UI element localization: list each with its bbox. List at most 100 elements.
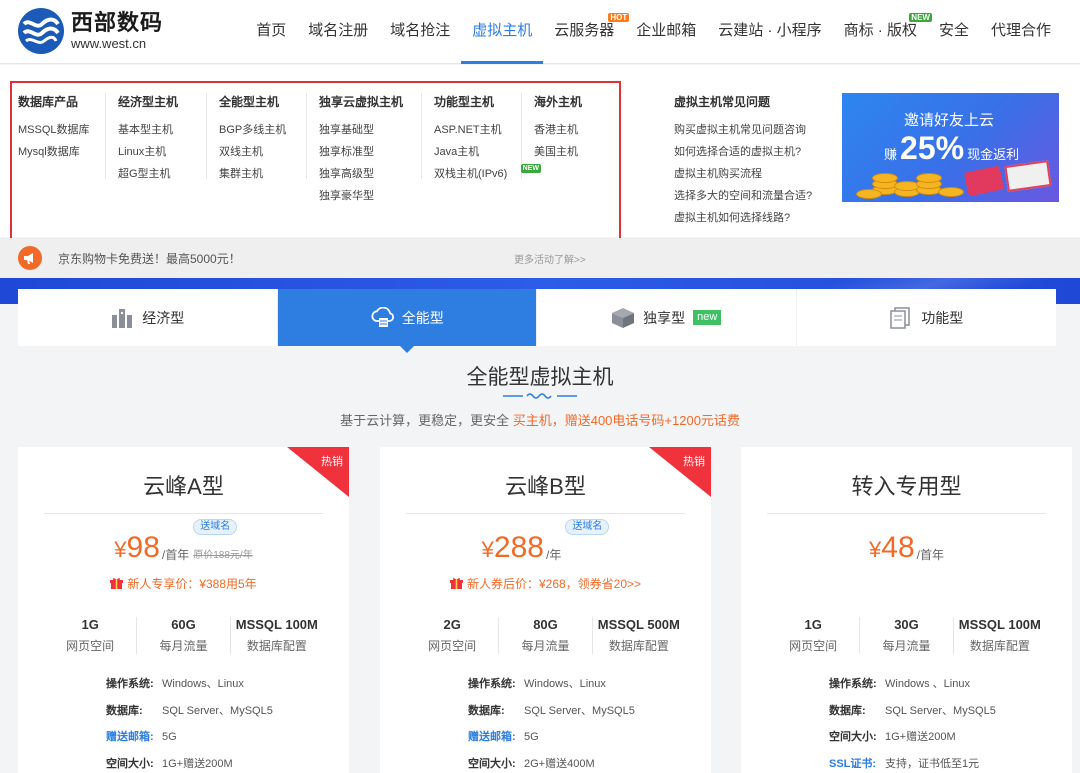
nav-label: 云建站 · 小程序	[718, 22, 822, 39]
price-row: ¥48/首年	[741, 531, 1072, 567]
invite-banner[interactable]: 邀请好友上云 赚 25% 现金返利	[842, 93, 1059, 202]
dropdown-link[interactable]: 独享高级型	[319, 168, 421, 190]
detail-key[interactable]: SSL证书:	[829, 755, 885, 771]
detail-value: Windows、Linux	[524, 678, 606, 690]
nav-item-7[interactable]: 商标 · 版权 NEW	[833, 0, 932, 64]
price-number: 288	[493, 531, 544, 564]
promo-strip: 京东购物卡免费送！最高5000元！ 更多活动了解>>	[0, 238, 1080, 278]
dropdown-column-title: 全能型主机	[219, 95, 280, 109]
faq-link[interactable]: 购买虚拟主机常见问题咨询	[674, 124, 812, 146]
detail-list: 操作系统: Windows、Linux 数据库: SQL Server、MySQL5 赠…	[106, 675, 273, 773]
faq-column: 虚拟主机常见问题 购买虚拟主机常见问题咨询 如何选择合适的虚拟主机? 虚拟主机购买流…	[674, 93, 812, 234]
nav-item-3[interactable]: 虚拟主机	[461, 0, 544, 64]
product-card[interactable]: 转入专用型 ¥48/首年 1G 网页空间 30G 每月流量 MSSQL 100M 数据库配置操…	[741, 447, 1072, 773]
dropdown-link[interactable]: 美国主机	[534, 146, 591, 168]
tab-1[interactable]: 全能型	[277, 289, 537, 353]
nav-label: 云服务器	[554, 22, 615, 39]
original-price: 原价188元/年	[193, 550, 253, 561]
dropdown-link[interactable]: 双线主机	[219, 146, 306, 168]
detail-value: SQL Server、MySQL5	[524, 704, 635, 717]
nav-label: 商标 · 版权	[843, 22, 917, 39]
detail-row: 数据库: SQL Server、MySQL5	[106, 702, 273, 729]
tab-label: 经济型	[142, 309, 185, 326]
dropdown-link[interactable]: 超G型主机	[118, 168, 206, 190]
banner-pre: 赚	[884, 147, 898, 162]
detail-value: 5G	[524, 731, 539, 743]
detail-row: 操作系统: Windows、Linux	[106, 675, 273, 702]
faq-link[interactable]: 如何选择合适的虚拟主机?	[674, 146, 812, 168]
dropdown-link[interactable]: 独享基础型	[319, 124, 421, 146]
nav-item-0[interactable]: 首页	[245, 0, 297, 64]
nav-item-1[interactable]: 域名注册	[297, 0, 379, 64]
nav-label: 代理合作	[990, 22, 1051, 39]
nav-item-8[interactable]: 安全	[928, 0, 980, 64]
detail-key: 空间大小:	[829, 731, 877, 743]
dropdown-link[interactable]: Java主机	[434, 146, 521, 168]
detail-row: 空间大小: 2G+赠送400M	[468, 755, 635, 773]
hot-ribbon-text: 热销	[683, 456, 705, 468]
dropdown-link[interactable]: 独享标准型	[319, 146, 421, 168]
dropdown-link[interactable]: MSSQL数据库	[18, 124, 105, 146]
promo-text[interactable]: 京东购物卡免费送！最高5000元！	[58, 250, 241, 267]
nav-item-2[interactable]: 域名抢注	[379, 0, 461, 64]
dropdown-link[interactable]: BGP多线主机	[219, 124, 306, 146]
detail-row: 操作系统: Windows、Linux	[468, 675, 635, 702]
nav-label: 域名抢注	[390, 22, 451, 39]
product-card[interactable]: 热销 云峰A型 ¥98/首年 送域名 原价188元/年 新人专享价：¥388用5年 1G 网页…	[18, 447, 349, 773]
spec-label: 每月流量	[882, 639, 931, 653]
dropdown-link[interactable]: 集群主机	[219, 168, 306, 190]
spec-row: 2G 网页空间 80G 每月流量 MSSQL 500M 数据库配置	[406, 617, 685, 654]
tab-0[interactable]: 经济型	[18, 289, 278, 346]
dropdown-link[interactable]: Linux主机	[118, 146, 206, 168]
detail-row: 空间大小: 1G+赠送200M	[106, 755, 273, 773]
dropdown-link[interactable]: Mysql数据库	[18, 146, 105, 168]
detail-row: SSL证书: 支持，证书低至1元	[829, 755, 996, 773]
spec-value: 80G	[533, 617, 558, 632]
dropdown-column-title: 独享云虚拟主机	[319, 95, 404, 109]
tab-3[interactable]: 功能型	[797, 289, 1057, 346]
faq-link[interactable]: 虚拟主机购买流程	[674, 168, 812, 190]
detail-key[interactable]: 赠送邮箱:	[468, 728, 524, 744]
tab-2[interactable]: 独享型 new	[537, 289, 797, 346]
hosting-dropdown-panel: 数据库产品 MSSQL数据库 Mysql数据库 经济型主机 基本型主机 Linux主机 超G…	[0, 65, 1080, 274]
new-user-offer[interactable]: 新人专享价：¥388用5年	[18, 575, 349, 592]
detail-key: 数据库:	[468, 704, 505, 717]
dropdown-link[interactable]: 双栈主机(IPv6) NEW	[434, 164, 541, 190]
card-title: 转入专用型	[851, 474, 962, 499]
detail-row: 赠送邮箱: 5G	[106, 728, 273, 755]
spec-row: 1G 网页空间 60G 每月流量 MSSQL 100M 数据库配置	[44, 617, 323, 654]
dropdown-link[interactable]: 基本型主机	[118, 124, 206, 146]
section-highlight[interactable]: 买主机，赠送400电话号码+1200元话费	[513, 413, 740, 428]
server-rack-icon	[110, 307, 134, 329]
offer-text: 新人券后价：¥268，领券省20>>	[466, 577, 642, 591]
faq-link[interactable]: 选择多大的空间和流量合适?	[674, 190, 812, 212]
detail-key: 操作系统:	[829, 678, 877, 690]
dropdown-link-label: 独享基础型	[319, 124, 374, 136]
dropdown-column: 数据库产品 MSSQL数据库 Mysql数据库	[18, 93, 106, 179]
price-number: 98	[126, 531, 160, 564]
new-user-offer[interactable]: 新人券后价：¥268，领券省20>>	[380, 575, 711, 592]
banner-subtitle: 赚 25% 现金返利	[884, 131, 1019, 165]
nav-label: 企业邮箱	[636, 22, 697, 39]
spec-item: 1G 网页空间	[767, 617, 861, 654]
faq-link[interactable]: 虚拟主机如何选择线路?	[674, 212, 812, 234]
dropdown-link[interactable]: ASP.NET主机	[434, 124, 521, 146]
nav-item-6[interactable]: 云建站 · 小程序	[707, 0, 832, 64]
dropdown-link[interactable]: 独享豪华型	[319, 190, 421, 212]
detail-key[interactable]: 赠送邮箱:	[106, 728, 162, 744]
spec-value: 30G	[894, 617, 919, 632]
detail-value: SQL Server、MySQL5	[162, 704, 273, 717]
product-card[interactable]: 热销 云峰B型 ¥288/年 送域名 新人券后价：¥268，领券省20>> 2G 网页空间 8…	[380, 447, 711, 773]
detail-key: 空间大小:	[468, 757, 516, 770]
promo-more-link[interactable]: 更多活动了解>>	[514, 251, 586, 266]
nav-item-4[interactable]: 云服务器 HOT	[543, 0, 630, 64]
site-logo[interactable]: 西部数码 www.west.cn	[18, 8, 163, 54]
nav-item-9[interactable]: 代理合作	[980, 0, 1062, 64]
nav-item-5[interactable]: 企业邮箱	[625, 0, 707, 64]
dropdown-link-label: 香港主机	[534, 124, 578, 136]
section-subtitle: 基于云计算，更稳定，更安全 买主机，赠送400电话号码+1200元话费	[0, 410, 1080, 429]
detail-value: 5G	[162, 731, 177, 743]
free-domain-tag: 送域名	[193, 519, 238, 535]
document-stack-icon	[889, 306, 913, 329]
dropdown-link[interactable]: 香港主机	[534, 124, 591, 146]
